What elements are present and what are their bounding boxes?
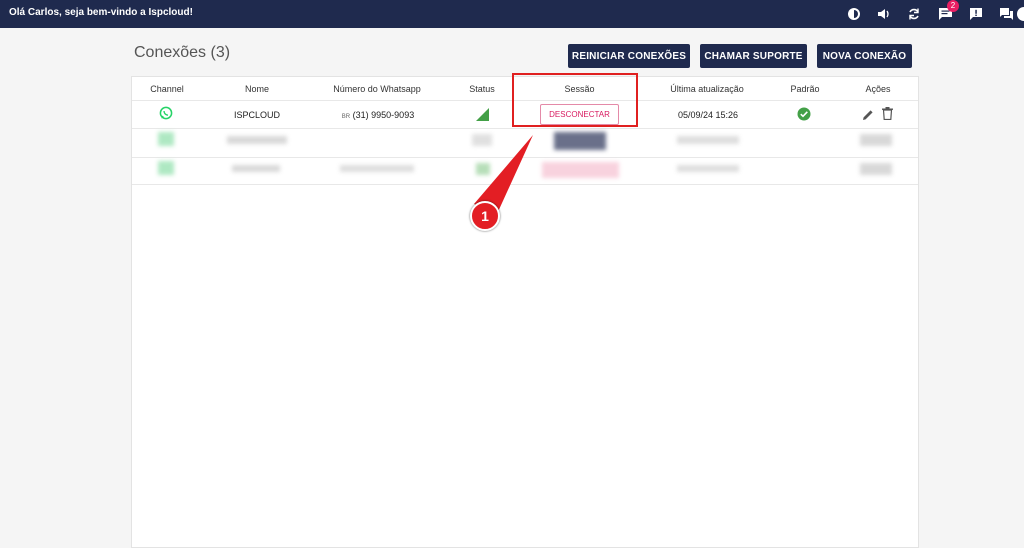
annotation-marker: 1 <box>470 201 500 231</box>
annotation-pointer <box>474 135 533 214</box>
